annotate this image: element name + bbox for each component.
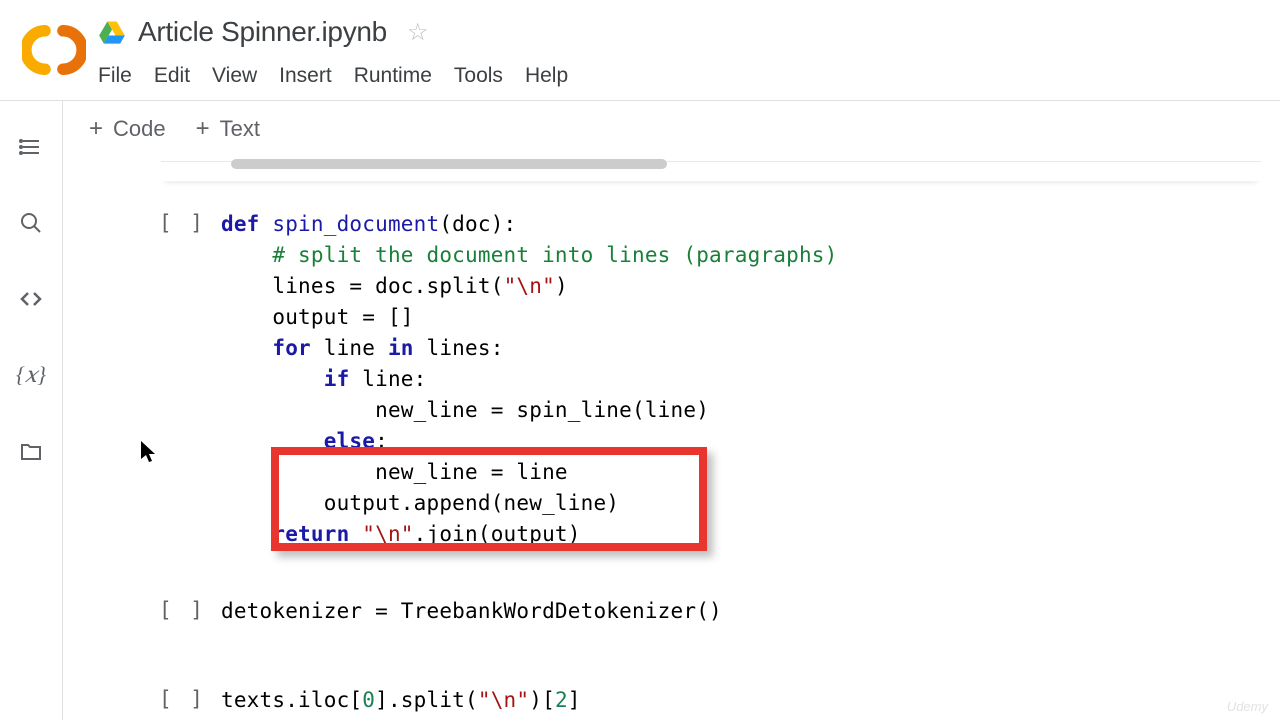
cell-list: [ ] def spin_document(doc): # split the …	[63, 161, 1280, 716]
header-main: Article Spinner.ipynb ☆ File Edit View I…	[98, 10, 1280, 88]
add-code-button[interactable]: +Code	[89, 115, 166, 143]
menu-help[interactable]: Help	[525, 64, 568, 88]
snippets-icon[interactable]	[19, 287, 43, 311]
code-cell[interactable]: [ ] detokenizer = TreebankWordDetokenize…	[159, 596, 1280, 627]
plus-icon: +	[196, 115, 210, 143]
add-text-button[interactable]: +Text	[196, 115, 260, 143]
plus-icon: +	[89, 115, 103, 143]
cell-toolbar: +Code +Text	[63, 101, 1280, 161]
menu-edit[interactable]: Edit	[154, 64, 190, 88]
cell-gutter[interactable]: [ ]	[159, 685, 221, 716]
title-row: Article Spinner.ipynb ☆	[98, 16, 1280, 48]
star-icon[interactable]: ☆	[407, 18, 429, 47]
menu-view[interactable]: View	[212, 64, 257, 88]
menu-insert[interactable]: Insert	[279, 64, 332, 88]
code-editor[interactable]: def spin_document(doc): # split the docu…	[221, 209, 837, 550]
header: Article Spinner.ipynb ☆ File Edit View I…	[0, 0, 1280, 101]
body: {𝑥} +Code +Text [ ] def spin_document(do…	[0, 101, 1280, 720]
watermark: Udemy	[1227, 699, 1268, 714]
menu-bar: File Edit View Insert Runtime Tools Help	[98, 64, 1280, 88]
menu-file[interactable]: File	[98, 64, 132, 88]
colab-logo	[22, 18, 86, 82]
files-icon[interactable]	[19, 439, 43, 463]
search-icon[interactable]	[19, 211, 43, 235]
code-editor[interactable]: texts.iloc[0].split("\n")[2]	[221, 685, 581, 716]
code-editor[interactable]: detokenizer = TreebankWordDetokenizer()	[221, 596, 722, 627]
document-title[interactable]: Article Spinner.ipynb	[138, 16, 387, 48]
scrollbar-horizontal[interactable]	[161, 161, 1261, 171]
main-area: +Code +Text [ ] def spin_document(doc): …	[63, 101, 1280, 720]
code-cell[interactable]: [ ] texts.iloc[0].split("\n")[2]	[159, 685, 1280, 716]
menu-tools[interactable]: Tools	[454, 64, 503, 88]
menu-runtime[interactable]: Runtime	[354, 64, 432, 88]
left-sidebar: {𝑥}	[0, 101, 63, 720]
cell-gutter[interactable]: [ ]	[159, 596, 221, 627]
code-cell[interactable]: [ ] def spin_document(doc): # split the …	[159, 209, 1280, 550]
toc-icon[interactable]	[19, 135, 43, 159]
drive-icon	[98, 18, 126, 46]
variables-icon[interactable]: {𝑥}	[19, 363, 43, 387]
cell-gutter[interactable]: [ ]	[159, 209, 221, 550]
